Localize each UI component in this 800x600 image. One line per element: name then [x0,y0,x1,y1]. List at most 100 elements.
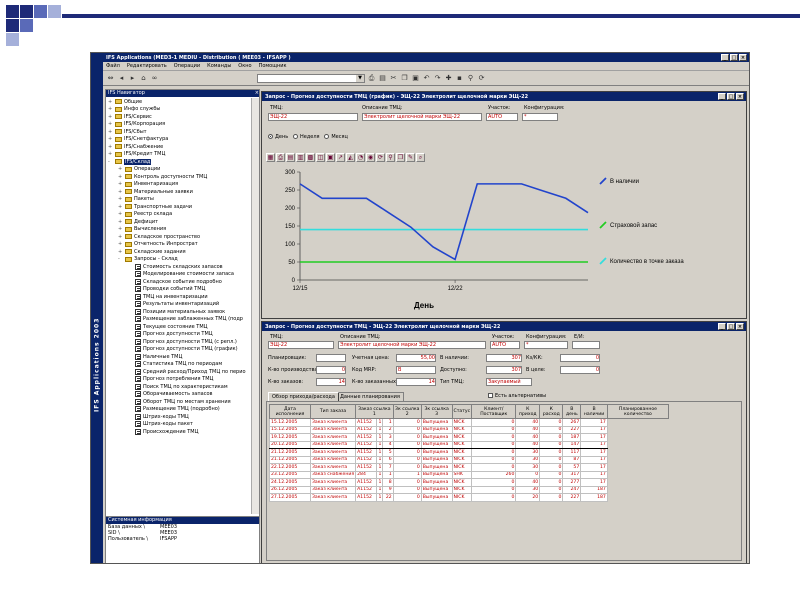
navigator-scrollbar[interactable] [251,98,259,514]
table-cell[interactable]: A1152 [355,418,377,427]
maximize-button[interactable]: □ [727,323,735,330]
area-chart-icon[interactable]: ◭ [346,153,355,162]
table-cell[interactable]: 0 [471,425,517,434]
table-row[interactable]: 21.12.2005 Заказ клиента A1152 1 5 0 Выпущена N… [269,448,669,457]
table-cell[interactable]: 17 [580,478,608,487]
expand-icon[interactable]: + [118,241,123,247]
navigator-item[interactable]: Прогноз доступности ТМЦ [106,331,251,339]
table-cell[interactable]: 267 [562,418,582,427]
navigator-item[interactable]: Прогноз доступности ТМЦ (с репл.) [106,338,251,346]
table-cell[interactable]: 1 [375,470,384,479]
navigator-icon[interactable]: ⇔ [106,74,115,83]
navigator-item[interactable]: Прогноз потребления ТМЦ [106,376,251,384]
navigator-item[interactable]: + IFS/Корпорация [106,121,251,129]
table-cell[interactable]: 7 [382,463,394,472]
table-cell[interactable]: Заказ клиента [309,425,357,434]
table-row[interactable]: 19.12.2005 Заказ клиента A1152 1 3 0 Выпущена N… [269,433,669,442]
table-cell[interactable]: 0 [539,463,564,472]
table-cell[interactable]: Выпущена [420,418,453,427]
new-icon[interactable]: ✚ [444,74,453,83]
table-cell[interactable]: 24.12.2005 [269,478,311,487]
table-cell[interactable]: 40 [515,478,541,487]
expand-icon[interactable]: + [108,129,113,135]
table-cell[interactable]: Выпущена [420,433,453,442]
table-cell[interactable]: Заказ клиента [309,440,357,449]
navigator-item[interactable]: Текущее состояние ТМЦ [106,323,251,331]
table-cell[interactable]: 40 [515,418,541,427]
alternatives-checkbox[interactable]: Есть альтернативы [488,393,546,399]
minimize-button[interactable]: _ [718,93,726,100]
table-cell[interactable]: A1152 [355,455,377,464]
navigator-item[interactable]: + Материальные заявки [106,188,251,196]
tmc-field[interactable]: ЭЩ-22 [268,113,358,121]
table-cell[interactable]: 23.12.2005 [269,470,311,479]
table-cell[interactable]: 1 [375,485,384,494]
table-cell[interactable]: 22 [382,493,394,502]
table-cell[interactable]: 0 [471,485,517,494]
table-cell[interactable]: A1152 [355,493,377,502]
site-field[interactable]: AUTO [486,113,518,121]
table-cell[interactable]: Выпущена [420,440,453,449]
table-cell[interactable]: 0 [539,470,564,479]
expand-icon[interactable]: + [118,226,123,232]
close-button[interactable]: × [736,323,744,330]
table-cell[interactable]: 0 [539,493,564,502]
navigator-item[interactable]: + IFS/Сбыт [106,128,251,136]
table-row[interactable]: 20.12.2005 Заказ клиента A1152 1 4 0 Выпущена N… [269,440,669,449]
table-cell[interactable]: 6 [382,455,394,464]
menu-item[interactable]: Помощник [259,63,287,69]
table-cell[interactable]: 17 [580,418,608,427]
navigator-item[interactable]: Стоимость складских запасов [106,263,251,271]
column-header[interactable]: Дата исполнения [269,404,311,419]
navigator-item[interactable]: + Транспортные задачи [106,203,251,211]
collapse-icon[interactable]: - [118,256,123,262]
table-cell[interactable]: Выпущена [420,478,453,487]
table-cell[interactable]: 0 [539,433,564,442]
table-cell[interactable]: 20.12.2005 [269,440,311,449]
back-icon[interactable]: ◂ [117,74,126,83]
navigator-item[interactable]: Происхождение ТМЦ [106,428,251,436]
table-cell[interactable]: 15.12.2005 [269,418,311,427]
table-cell[interactable]: NICK [451,478,473,487]
table-cell[interactable]: 0 [539,448,564,457]
search-icon[interactable]: ⚲ [466,74,475,83]
table-cell[interactable]: 227 [562,493,582,502]
table-cell[interactable]: 30 [515,448,541,457]
table-cell[interactable]: 1 [375,493,384,502]
print-icon[interactable]: ⎙ [276,153,285,162]
navigator-item[interactable]: Статистика ТМЦ по периодам [106,361,251,369]
table-cell[interactable]: 1 [375,463,384,472]
table-cell[interactable]: 117 [562,448,582,457]
table-cell[interactable]: 21.12.2005 [269,448,311,457]
navigator-item[interactable]: - IFS/Склад [106,158,251,166]
navigator-item[interactable]: + Контроль доступности ТМЦ [106,173,251,181]
prod-qty-field[interactable]: 0 [316,366,346,374]
grid-icon[interactable]: ▩ [306,153,315,162]
table-cell[interactable]: 0 [515,470,541,479]
table-cell[interactable]: 17 [580,455,608,464]
expand-icon[interactable]: + [118,196,123,202]
navigator-item[interactable]: - Запросы - Склад [106,256,251,264]
table-cell[interactable]: 0 [471,455,517,464]
column-header[interactable]: В день [562,404,582,419]
expand-icon[interactable]: + [108,106,113,112]
table-row[interactable]: 15.12.2005 Заказ клиента A1152 1 2 0 Выпущена N… [269,425,669,434]
table-cell[interactable]: SHK [451,470,473,479]
table-cell[interactable]: 9 [382,485,394,494]
expand-icon[interactable]: + [118,249,123,255]
style-icon[interactable]: ✎ [406,153,415,162]
unit-cost-field[interactable]: 55,00 [396,354,436,362]
minimize-button[interactable]: _ [721,54,729,61]
table-cell[interactable]: NICK [451,455,473,464]
navigator-item[interactable]: Моделирование стоимости запаса [106,271,251,279]
table-cell[interactable]: 30 [515,455,541,464]
table-cell[interactable]: 0 [471,418,517,427]
table-cell[interactable]: Заказ клиента [309,433,357,442]
table-cell[interactable]: 17 [580,463,608,472]
expand-icon[interactable]: + [118,204,123,210]
table-cell[interactable]: Заказ клиента [309,485,357,494]
table-cell[interactable]: Выпущена [420,455,453,464]
table-cell[interactable]: NICK [451,440,473,449]
minimize-button[interactable]: _ [718,323,726,330]
navigator-item[interactable]: + Складские задания [106,248,251,256]
